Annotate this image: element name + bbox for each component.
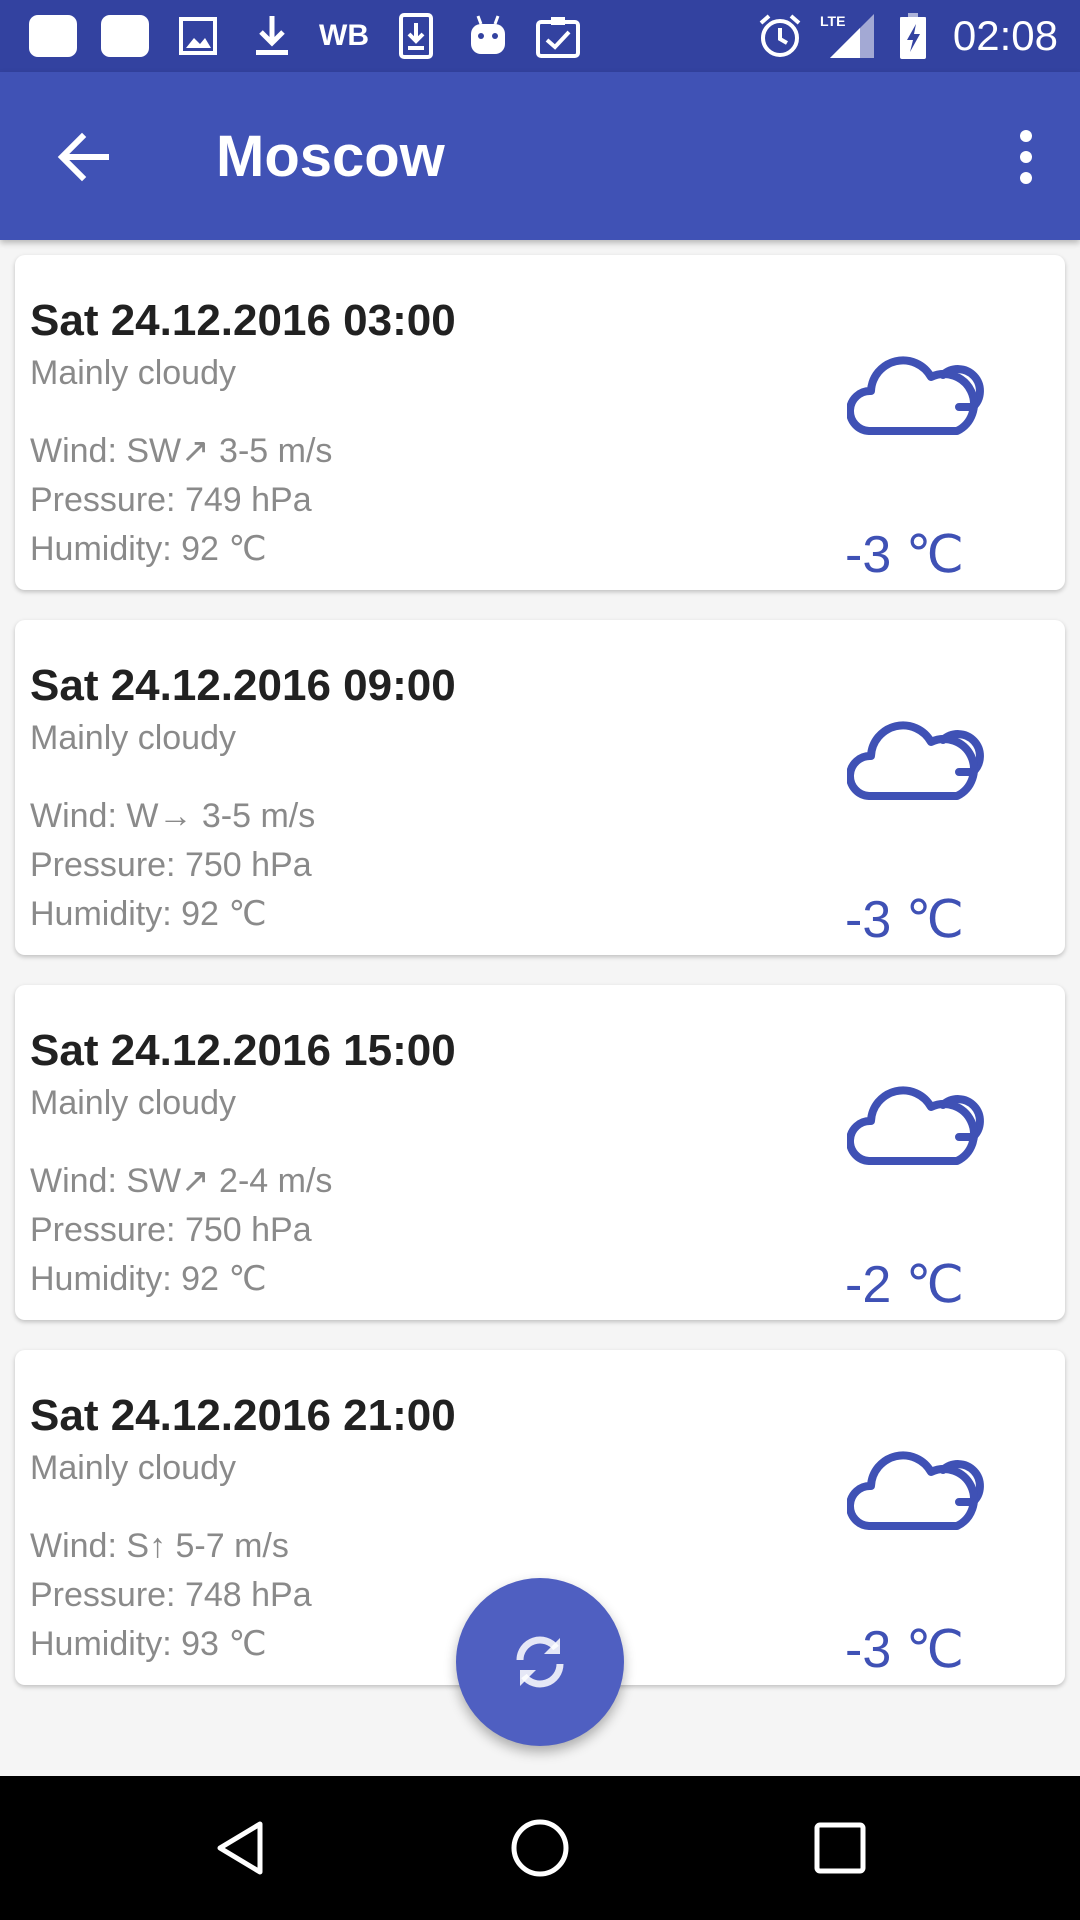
forecast-wind: Wind: SW↗ 3-5 m/s [30,432,333,470]
status-bar: WB LTE 02:08 [0,0,1080,72]
forecast-condition: Mainly cloudy [30,1084,236,1122]
forecast-condition: Mainly cloudy [30,1449,236,1487]
forecast-pressure: Pressure: 749 hPa [30,481,312,519]
recents-square-icon [814,1822,866,1874]
android-icon [466,12,510,60]
forecast-condition: Mainly cloudy [30,719,236,757]
forecast-card[interactable]: Sat 24.12.2016 09:00 Mainly cloudy Wind:… [15,620,1065,955]
notification-app-icon [28,12,78,60]
nav-home-button[interactable] [500,1808,580,1888]
nav-recents-button[interactable] [800,1808,880,1888]
page-title: Moscow [216,124,445,189]
wb-label: WB [319,19,369,52]
forecast-datetime: Sat 24.12.2016 09:00 [30,661,456,710]
clipboard-check-icon [534,12,582,60]
forecast-wind: Wind: W→ 3-5 m/s [30,797,316,835]
back-triangle-icon [217,1821,263,1875]
forecast-humidity: Humidity: 92 ℃ [30,1260,267,1298]
forecast-humidity: Humidity: 92 ℃ [30,530,267,568]
cloudy-icon [847,721,984,800]
lte-label: LTE [820,13,845,29]
refresh-button[interactable] [456,1578,624,1746]
forecast-temperature: -2 ℃ [845,1256,965,1314]
alarm-icon [756,12,804,60]
forecast-datetime: Sat 24.12.2016 03:00 [30,296,456,345]
arrow-back-icon [57,132,109,182]
download-file-icon [396,12,436,60]
forecast-datetime: Sat 24.12.2016 21:00 [30,1391,456,1440]
forecast-card[interactable]: Sat 24.12.2016 15:00 Mainly cloudy Wind:… [15,985,1065,1320]
forecast-humidity: Humidity: 93 ℃ [30,1625,267,1663]
cloudy-icon [847,356,984,435]
forecast-temperature: -3 ℃ [845,1621,965,1679]
forecast-card[interactable]: Sat 24.12.2016 03:00 Mainly cloudy Wind:… [15,255,1065,590]
download-icon [250,12,294,60]
forecast-temperature: -3 ℃ [845,891,965,949]
app-bar: Moscow [0,72,1080,240]
forecast-humidity: Humidity: 92 ℃ [30,895,267,933]
forecast-datetime: Sat 24.12.2016 15:00 [30,1026,456,1075]
forecast-pressure: Pressure: 750 hPa [30,846,312,884]
image-icon [176,12,220,60]
forecast-wind: Wind: S↑ 5-7 m/s [30,1527,289,1565]
cloudy-icon [847,1451,984,1530]
cloudy-icon [847,1086,984,1165]
status-clock: 02:08 [952,12,1058,59]
overflow-menu-button[interactable] [1004,122,1048,192]
forecast-pressure: Pressure: 748 hPa [30,1576,312,1614]
forecast-pressure: Pressure: 750 hPa [30,1211,312,1249]
forecast-condition: Mainly cloudy [30,354,236,392]
battery-charging-icon [898,12,928,60]
lte-signal-icon: LTE [820,12,876,60]
refresh-icon [516,1636,564,1688]
home-circle-icon [511,1819,569,1877]
back-button[interactable] [50,122,120,192]
forecast-temperature: -3 ℃ [845,526,965,584]
nav-back-button[interactable] [200,1808,280,1888]
more-vert-icon [1020,130,1032,184]
notification-app-icon [100,12,150,60]
system-nav-bar [0,1776,1080,1920]
forecast-list[interactable]: Sat 24.12.2016 03:00 Mainly cloudy Wind:… [0,240,1080,1776]
forecast-wind: Wind: SW↗ 2-4 m/s [30,1162,333,1200]
